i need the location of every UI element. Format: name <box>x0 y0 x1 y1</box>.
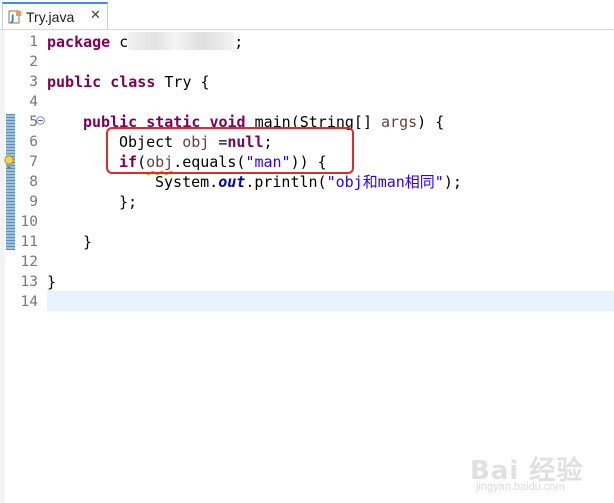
line-number: 14 <box>20 294 38 310</box>
code-line: }; <box>119 193 138 211</box>
watermark-logo: Bai 经验 jingyan.baidu.com <box>470 456 584 493</box>
red-highlight-box <box>106 127 354 174</box>
line-number: 9 <box>29 194 38 210</box>
line-number: 7 <box>29 154 38 170</box>
close-icon[interactable]: ✕ <box>90 8 101 23</box>
code-line: } <box>47 273 57 291</box>
line-number: 1 <box>29 34 38 50</box>
line-number: 11 <box>20 234 38 250</box>
line-number: 2 <box>29 54 38 70</box>
line-number: 10 <box>20 214 38 230</box>
line-number: 12 <box>20 254 38 270</box>
java-file-icon: J <box>8 10 21 24</box>
code-line: public class Try { <box>47 73 210 91</box>
line-number: 13 <box>20 274 38 290</box>
code-line: package c; <box>47 32 244 51</box>
code-line: System.out.println("obj和man相同"); <box>155 173 462 191</box>
tab-try-java[interactable]: J Try.java ✕ <box>2 2 108 29</box>
code-line: } <box>83 233 93 251</box>
svg-text:J: J <box>10 14 14 24</box>
line-number: 4 <box>29 94 38 110</box>
fold-collapse-icon[interactable] <box>36 116 45 125</box>
tab-title: Try.java <box>26 9 75 25</box>
editor-tab-bar: J Try.java ✕ <box>0 0 614 30</box>
code-editor[interactable]: package c; public class Try { public sta… <box>47 30 614 503</box>
line-number: 3 <box>29 74 38 90</box>
blurred-package-name <box>128 32 235 50</box>
line-number: 6 <box>29 134 38 150</box>
line-number: 8 <box>29 174 38 190</box>
line-number: 5 <box>29 114 38 130</box>
